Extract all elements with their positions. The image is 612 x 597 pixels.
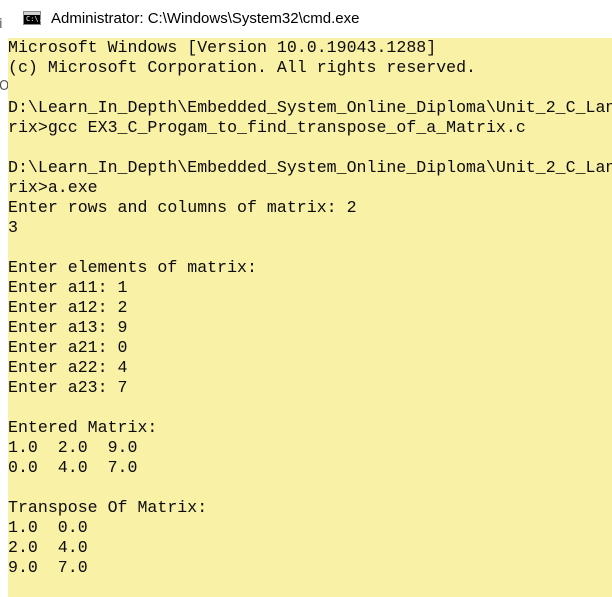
cmd-window: i O C:\. Administrator: C:\Windows\Syste… <box>0 0 612 597</box>
console-line: 9.0 7.0 <box>8 558 88 577</box>
console-line: Enter a11: 1 <box>8 278 128 297</box>
window-title: Administrator: C:\Windows\System32\cmd.e… <box>51 9 360 27</box>
cmd-icon[interactable]: C:\. <box>23 11 43 25</box>
console-line: 3 <box>8 218 18 237</box>
console-line: (c) Microsoft Corporation. All rights re… <box>8 58 477 77</box>
console-line: Enter a12: 2 <box>8 298 128 317</box>
cmd-icon-glyph: C:\. <box>26 15 43 23</box>
console-line: 0.0 4.0 7.0 <box>8 458 138 477</box>
background-text-fragment: i <box>0 17 3 32</box>
console-line: Enter a23: 7 <box>8 378 128 397</box>
background-text-fragment: O <box>0 79 8 94</box>
console-line: Enter a13: 9 <box>8 318 128 337</box>
console-line: rix>gcc EX3_C_Progam_to_find_transpose_o… <box>8 118 526 137</box>
console-line: rix>a.exe <box>8 178 98 197</box>
background-window-edge: i O <box>0 0 8 597</box>
console-line: 1.0 0.0 <box>8 518 88 537</box>
console-line: 1.0 2.0 9.0 <box>8 438 138 457</box>
console-line: Entered Matrix: <box>8 418 158 437</box>
console-line: Enter elements of matrix: <box>8 258 257 277</box>
console-line: D:\Learn_In_Depth\Embedded_System_Online… <box>8 98 612 117</box>
console-output[interactable]: Microsoft Windows [Version 10.0.19043.12… <box>8 38 612 597</box>
console-line: 2.0 4.0 <box>8 538 88 557</box>
console-line: Microsoft Windows [Version 10.0.19043.12… <box>8 38 437 57</box>
title-bar[interactable]: C:\. Administrator: C:\Windows\System32\… <box>8 0 612 36</box>
console-text: Microsoft Windows [Version 10.0.19043.12… <box>8 38 612 578</box>
console-line: Transpose Of Matrix: <box>8 498 208 517</box>
console-line: Enter a21: 0 <box>8 338 128 357</box>
console-line: D:\Learn_In_Depth\Embedded_System_Online… <box>8 158 612 177</box>
console-line: Enter a22: 4 <box>8 358 128 377</box>
console-line: Enter rows and columns of matrix: 2 <box>8 198 357 217</box>
